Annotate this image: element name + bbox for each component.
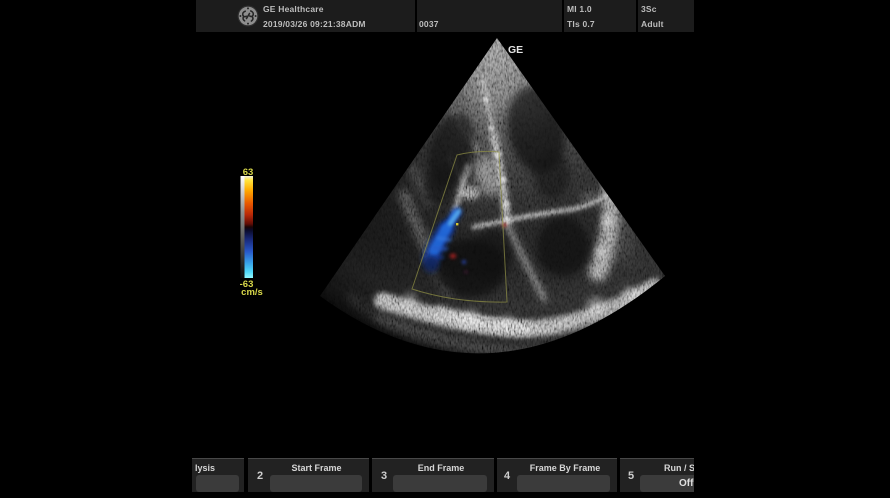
svg-text:GE: GE xyxy=(508,44,523,56)
svg-text:63: 63 xyxy=(243,167,254,178)
svg-text:cm/s: cm/s xyxy=(241,287,263,298)
